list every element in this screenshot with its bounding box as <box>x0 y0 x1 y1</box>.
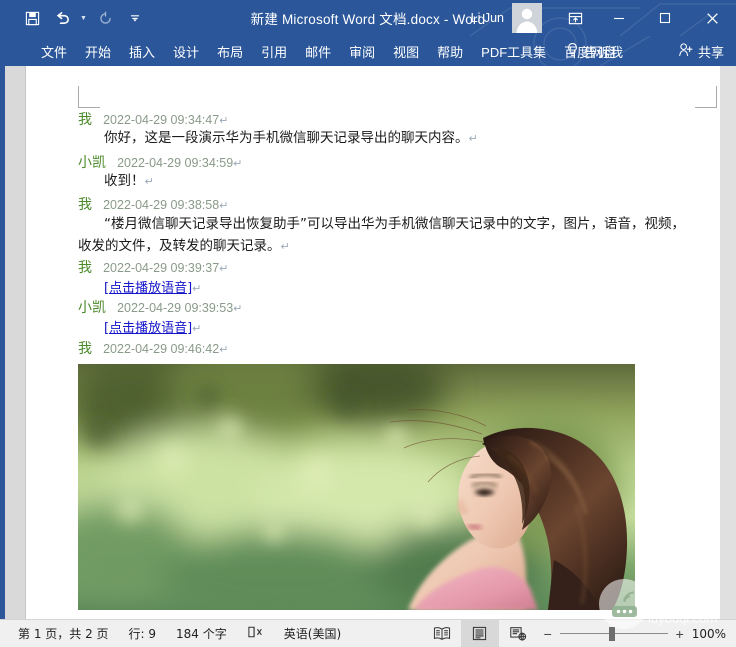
close-button[interactable] <box>688 0 736 36</box>
zoom-slider-thumb[interactable] <box>609 627 615 641</box>
message-header: 我 2022-04-29 09:46:42↵ <box>78 338 228 358</box>
page-right-shadow <box>720 66 736 619</box>
tab-layout[interactable]: 布局 <box>208 36 252 66</box>
language-indicator[interactable]: 英语(美国) <box>274 625 351 642</box>
tab-file[interactable]: 文件 <box>32 36 76 66</box>
zoom-slider[interactable] <box>560 627 668 641</box>
play-voice-link[interactable]: [点击播放语音] <box>104 281 192 296</box>
zoom-in-button[interactable]: + <box>675 626 685 642</box>
title-bar: ▼ 新建 Microsoft Word 文档.docx - Word Li Ju… <box>0 0 736 36</box>
pilcrow-mark: ↵ <box>219 199 228 212</box>
redo-icon <box>91 4 119 32</box>
margin-mark-top-right <box>695 86 717 108</box>
message-timestamp: 2022-04-29 09:39:53 <box>117 301 233 315</box>
message-timestamp: 2022-04-29 09:38:58 <box>103 198 219 212</box>
tab-help[interactable]: 帮助 <box>428 36 472 66</box>
left-gutter <box>5 66 26 619</box>
print-layout-icon[interactable] <box>461 620 499 647</box>
read-mode-icon[interactable] <box>423 620 461 647</box>
message-timestamp: 2022-04-29 09:39:37 <box>103 261 219 275</box>
tab-home[interactable]: 开始 <box>76 36 120 66</box>
message-header: 我 2022-04-29 09:34:47↵ <box>78 109 228 129</box>
message-text: 你好，这是一段演示华为手机微信聊天记录导出的聊天内容。↵ <box>104 128 478 149</box>
avatar[interactable] <box>512 3 542 33</box>
pilcrow-mark: ↵ <box>219 262 228 275</box>
ribbon-display-options-icon[interactable] <box>554 0 596 36</box>
message-line: “楼月微信聊天记录导出恢复助手”可以导出华为手机微信聊天记录中的文字，图片，语音… <box>104 216 685 232</box>
message-timestamp: 2022-04-29 09:46:42 <box>103 342 219 356</box>
ribbon-tab-bar: 文件 开始 插入 设计 布局 引用 邮件 审阅 视图 帮助 PDF工具集 百度网… <box>0 36 736 66</box>
message-sender: 我 <box>78 260 92 276</box>
pilcrow-mark: ↵ <box>145 175 154 188</box>
proofing-errors-icon[interactable] <box>237 625 274 642</box>
pilcrow-mark: ↵ <box>281 240 290 253</box>
margin-mark-top-left <box>78 86 100 108</box>
message-header: 小凯 2022-04-29 09:34:59↵ <box>78 152 242 172</box>
ribbon-tabs: 文件 开始 插入 设计 布局 引用 邮件 审阅 视图 帮助 PDF工具集 百度网… <box>32 36 625 66</box>
tell-me-label: 告诉我 <box>584 42 623 61</box>
message-header: 我 2022-04-29 09:39:37↵ <box>78 257 228 277</box>
tell-me-box[interactable]: 告诉我 <box>566 36 623 66</box>
share-button[interactable]: 共享 <box>678 36 724 66</box>
pilcrow-mark: ↵ <box>469 132 478 145</box>
share-person-icon <box>678 42 694 60</box>
message-text: 收发的文件，及转发的聊天记录。↵ <box>78 236 290 257</box>
undo-icon[interactable] <box>48 4 76 32</box>
document-page[interactable]: 我 2022-04-29 09:34:47↵ 你好，这是一段演示华为手机微信聊天… <box>26 66 720 619</box>
status-right-group: − + 100% <box>423 620 736 647</box>
pilcrow-mark: ↵ <box>233 157 242 170</box>
message-line: 收发的文件，及转发的聊天记录。 <box>78 238 281 254</box>
word-count[interactable]: 184 个字 <box>166 625 237 642</box>
message-timestamp: 2022-04-29 09:34:59 <box>117 156 233 170</box>
play-voice-link[interactable]: [点击播放语音] <box>104 321 192 336</box>
undo-dropdown-caret-icon[interactable]: ▼ <box>78 4 89 32</box>
voice-link-row: [点击播放语音]↵ <box>104 277 201 296</box>
pilcrow-mark: ↵ <box>192 322 201 335</box>
share-label: 共享 <box>698 42 724 61</box>
message-sender: 小凯 <box>78 155 106 171</box>
lightbulb-icon <box>566 42 579 60</box>
tab-view[interactable]: 视图 <box>384 36 428 66</box>
maximize-button[interactable] <box>642 0 688 36</box>
message-text: “楼月微信聊天记录导出恢复助手”可以导出华为手机微信聊天记录中的文字，图片，语音… <box>104 214 685 235</box>
quick-access-toolbar: ▼ <box>18 0 149 36</box>
save-icon[interactable] <box>18 4 46 32</box>
zoom-level[interactable]: 100% <box>692 627 726 641</box>
message-sender: 我 <box>78 341 92 357</box>
embedded-photo[interactable] <box>78 364 635 610</box>
document-workspace: 我 2022-04-29 09:34:47↵ 你好，这是一段演示华为手机微信聊天… <box>0 66 736 619</box>
message-line: 收到！ <box>104 173 145 189</box>
customize-qat-icon[interactable] <box>121 4 149 32</box>
web-layout-icon[interactable] <box>499 620 537 647</box>
voice-link-row: [点击播放语音]↵ <box>104 317 201 336</box>
minimize-button[interactable] <box>596 0 642 36</box>
pilcrow-mark: ↵ <box>219 114 228 127</box>
tab-insert[interactable]: 插入 <box>120 36 164 66</box>
message-line: 你好，这是一段演示华为手机微信聊天记录导出的聊天内容。 <box>104 130 469 146</box>
zoom-out-button[interactable]: − <box>543 626 553 642</box>
status-left-group: 第 1 页，共 2 页 行: 9 184 个字 英语(美国) <box>0 625 351 642</box>
page-indicator[interactable]: 第 1 页，共 2 页 <box>8 625 119 642</box>
tab-pdf-toolkit[interactable]: PDF工具集 <box>472 36 555 66</box>
status-bar: 第 1 页，共 2 页 行: 9 184 个字 英语(美国) <box>0 619 736 647</box>
tab-design[interactable]: 设计 <box>164 36 208 66</box>
message-header: 小凯 2022-04-29 09:39:53↵ <box>78 297 242 317</box>
pilcrow-mark: ↵ <box>233 302 242 315</box>
pilcrow-mark: ↵ <box>219 343 228 356</box>
message-sender: 我 <box>78 112 92 128</box>
word-application-window: ▼ 新建 Microsoft Word 文档.docx - Word Li Ju… <box>0 0 736 647</box>
zoom-control: − + 100% <box>537 626 736 642</box>
line-indicator[interactable]: 行: 9 <box>119 625 167 642</box>
message-timestamp: 2022-04-29 09:34:47 <box>103 113 219 127</box>
message-text: 收到！↵ <box>104 171 154 192</box>
tab-review[interactable]: 审阅 <box>340 36 384 66</box>
message-header: 我 2022-04-29 09:38:58↵ <box>78 194 228 214</box>
message-sender: 小凯 <box>78 300 106 316</box>
account-name[interactable]: Li Jun <box>471 11 512 25</box>
message-sender: 我 <box>78 197 92 213</box>
tab-references[interactable]: 引用 <box>252 36 296 66</box>
tab-mailings[interactable]: 邮件 <box>296 36 340 66</box>
window-controls-group: Li Jun <box>471 0 736 36</box>
pilcrow-mark: ↵ <box>192 282 201 295</box>
